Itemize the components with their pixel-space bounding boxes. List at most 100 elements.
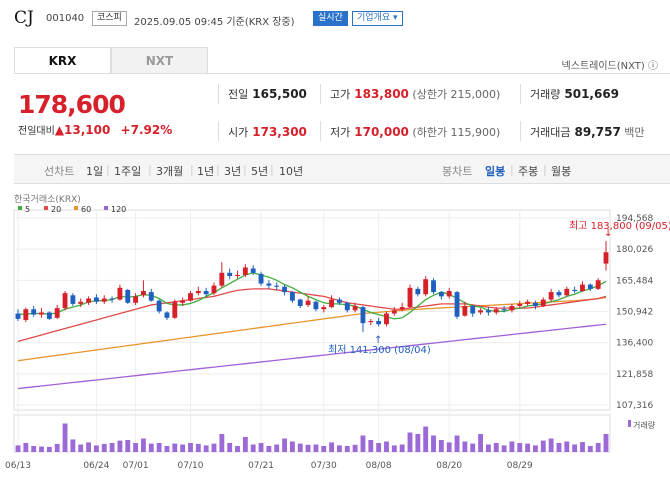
- volume-label: 거래량: [530, 88, 561, 101]
- period-10y[interactable]: 10년: [279, 163, 303, 179]
- candle-body: [227, 272, 233, 277]
- realtime-badge[interactable]: 실시간: [313, 11, 348, 26]
- volume-bar: [156, 443, 162, 452]
- stock-name: CJ: [14, 8, 34, 28]
- candle-body: [462, 306, 468, 316]
- candle-body: [540, 299, 546, 307]
- tab-krx[interactable]: KRX: [14, 47, 111, 74]
- candle-body: [266, 283, 272, 286]
- candle-body: [572, 289, 578, 292]
- x-tick-label: 06/13: [5, 461, 31, 471]
- nextrade-link[interactable]: 넥스트레이드(NXT) ⓘ: [562, 57, 658, 72]
- stat-high: 고가 183,800 (상한가 215,000): [330, 86, 500, 102]
- period-3y[interactable]: 3년: [224, 163, 241, 179]
- volume-bar: [540, 440, 546, 452]
- ma60-legend-label: 60: [81, 205, 91, 214]
- volume-bar: [125, 440, 131, 452]
- period-1y[interactable]: 1년: [197, 163, 214, 179]
- candle-body: [289, 292, 295, 301]
- volume-bar: [195, 443, 201, 452]
- volume-bar: [15, 445, 21, 452]
- ma20-legend-label: 20: [51, 205, 61, 214]
- volume-bar: [329, 442, 335, 452]
- candle-body: [164, 312, 170, 318]
- x-tick-label: 08/29: [507, 461, 533, 471]
- volume-bar: [305, 444, 311, 452]
- volume-bar: [548, 438, 554, 452]
- volume-bar: [415, 434, 421, 452]
- candle-body: [23, 309, 29, 320]
- period-divider: |: [106, 163, 110, 176]
- candle-body: [509, 306, 515, 311]
- candle-body: [203, 291, 209, 295]
- x-tick-label: 06/24: [83, 461, 109, 471]
- candle-body: [313, 301, 319, 310]
- volume-bar: [501, 445, 507, 452]
- period-weekly[interactable]: 주봉: [518, 163, 538, 179]
- candle-body: [93, 297, 99, 302]
- x-tick-label: 08/20: [436, 461, 462, 471]
- stat-divider: [520, 121, 521, 141]
- volume-bar: [46, 446, 52, 452]
- volume-bar: [595, 443, 601, 452]
- volume-bar: [587, 446, 593, 452]
- volume-bar: [368, 440, 374, 452]
- candle-body: [156, 300, 162, 312]
- candle-body: [172, 301, 178, 318]
- candle-body: [533, 302, 538, 307]
- candle-body: [407, 287, 413, 308]
- candle-body: [188, 293, 193, 301]
- period-3m[interactable]: 3개월: [156, 163, 183, 179]
- candle-body: [86, 298, 91, 303]
- volume-bar: [164, 446, 170, 452]
- candle-body: [211, 285, 217, 294]
- x-tick-label: 07/30: [311, 461, 337, 471]
- prev-close-label: 전일: [228, 88, 249, 101]
- volume-bar: [580, 442, 585, 452]
- candle-body: [431, 280, 436, 293]
- stat-divider: [320, 84, 321, 104]
- candle-body: [31, 309, 37, 315]
- volume-bar: [337, 445, 342, 452]
- candle-body: [305, 300, 311, 305]
- company-info-button[interactable]: 기업개요 ▾: [352, 11, 403, 26]
- candle-body: [148, 292, 154, 301]
- period-daily[interactable]: 일봉: [485, 163, 505, 179]
- volume-bar: [423, 426, 429, 452]
- period-divider: |: [243, 163, 247, 176]
- volume-bar: [78, 444, 84, 452]
- period-1w[interactable]: 1주일: [114, 163, 141, 179]
- period-5y[interactable]: 5년: [251, 163, 268, 179]
- low-value: 170,000: [354, 125, 409, 139]
- candle-body: [493, 309, 499, 313]
- x-tick-label: 07/01: [123, 461, 149, 471]
- candle-body: [117, 287, 123, 300]
- volume-bar: [62, 423, 68, 452]
- ma120-legend-label: 120: [111, 205, 126, 214]
- volume-legend-swatch: [628, 420, 631, 427]
- volume-bar: [446, 442, 452, 452]
- price-change: 전일대비▲13,100 +7.92%: [18, 122, 172, 137]
- tab-nxt[interactable]: NXT: [111, 47, 208, 74]
- x-tick-label: 07/21: [248, 461, 274, 471]
- volume-bar: [148, 443, 154, 452]
- volume-bar: [517, 443, 523, 452]
- ma120-line: [17, 323, 607, 390]
- volume-bar: [384, 441, 389, 452]
- period-1d[interactable]: 1일: [86, 163, 103, 179]
- candle-body: [603, 252, 609, 264]
- price-chart: 한국거래소(KRX) 5 20 60 120 194,568180,026165…: [5, 194, 670, 471]
- lower-limit: (하한가 115,900): [412, 126, 501, 139]
- exchange-tabs: KRX NXT: [14, 47, 210, 74]
- stat-divider: [218, 84, 219, 104]
- ma5-legend-label: 5: [25, 205, 30, 214]
- period-divider: |: [216, 163, 220, 176]
- y-tick-label: 150,942: [616, 308, 653, 318]
- candle-body: [595, 280, 601, 289]
- candle-body: [78, 301, 84, 304]
- period-monthly[interactable]: 월봉: [551, 163, 571, 179]
- candle-body: [478, 310, 483, 313]
- y-axis-labels: 194,568180,026165,484150,942136,400121,8…: [616, 214, 653, 411]
- candle-body: [70, 295, 76, 304]
- y-tick-label: 180,026: [616, 245, 653, 255]
